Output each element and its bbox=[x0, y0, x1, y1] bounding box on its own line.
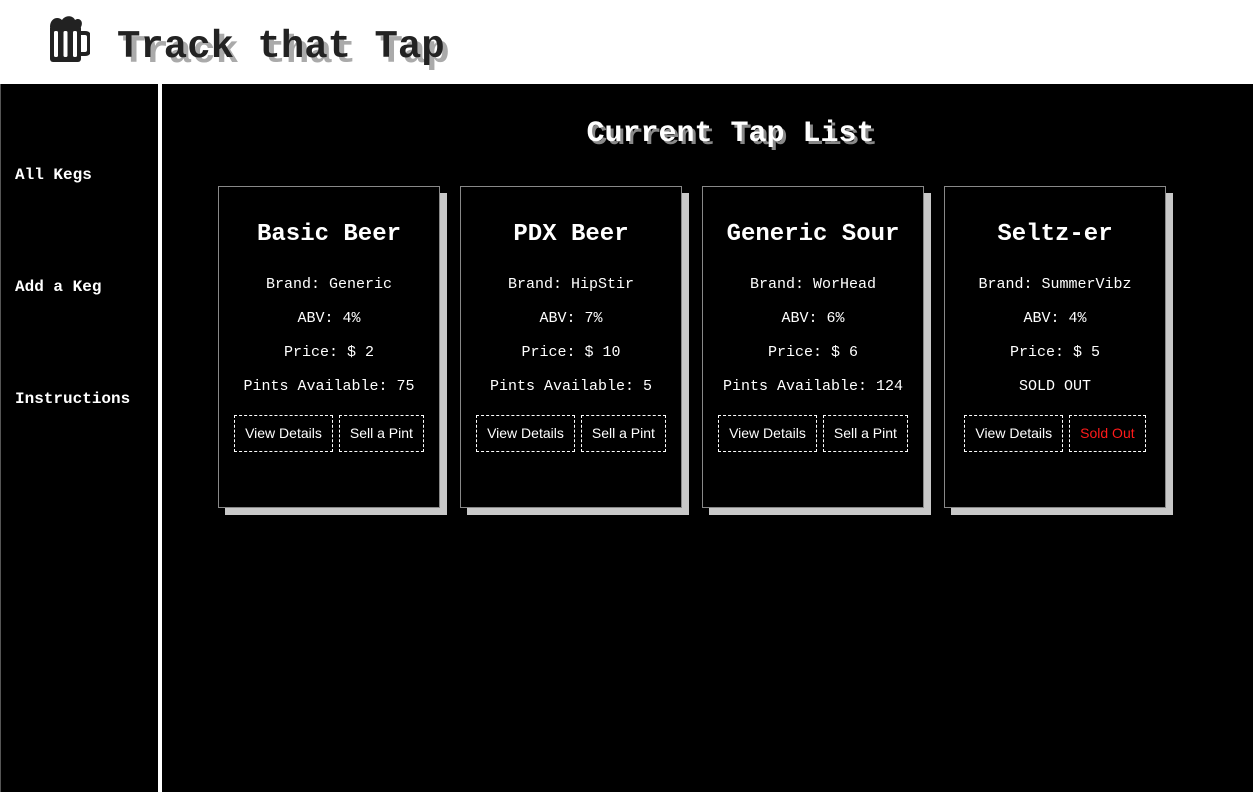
keg-price: Price: $ 10 bbox=[521, 344, 621, 361]
sidebar: All Kegs Add a Keg Instructions bbox=[0, 84, 158, 792]
keg-name: Seltz-er bbox=[997, 221, 1113, 248]
sidebar-item-instructions[interactable]: Instructions bbox=[15, 390, 130, 408]
sell-pint-button[interactable]: Sell a Pint bbox=[822, 415, 908, 452]
keg-card: Generic Sour Brand: WorHead ABV: 6% Pric… bbox=[702, 186, 924, 508]
keg-pints-available: Pints Available: 5 bbox=[489, 378, 653, 395]
keg-price: Price: $ 6 bbox=[767, 344, 858, 361]
keg-name: Basic Beer bbox=[256, 221, 402, 248]
sidebar-item-add-keg[interactable]: Add a Keg bbox=[15, 278, 101, 296]
keg-name: Generic Sour bbox=[726, 221, 900, 248]
sidebar-item-all-kegs[interactable]: All Kegs bbox=[15, 166, 92, 184]
keg-brand: Brand: WorHead bbox=[749, 276, 877, 293]
view-details-button[interactable]: View Details bbox=[476, 415, 575, 452]
keg-price: Price: $ 2 bbox=[283, 344, 374, 361]
app-header: Track that Tap bbox=[0, 0, 1253, 84]
keg-actions: View Details Sold Out bbox=[945, 415, 1165, 452]
keg-abv: ABV: 4% bbox=[297, 310, 361, 327]
sold-out-button[interactable]: Sold Out bbox=[1069, 415, 1146, 452]
view-details-button[interactable]: View Details bbox=[718, 415, 817, 452]
beer-mug-icon bbox=[50, 16, 90, 62]
view-details-button[interactable]: View Details bbox=[234, 415, 333, 452]
keg-abv: ABV: 6% bbox=[781, 310, 845, 327]
keg-card: PDX Beer Brand: HipStir ABV: 7% Price: $… bbox=[460, 186, 682, 508]
keg-brand: Brand: HipStir bbox=[507, 276, 635, 293]
keg-brand: Brand: Generic bbox=[265, 276, 393, 293]
keg-abv: ABV: 7% bbox=[539, 310, 603, 327]
main-content: Current Tap List Basic Beer Brand: Gener… bbox=[162, 84, 1253, 792]
sold-out-status: SOLD OUT bbox=[1018, 378, 1091, 395]
keg-pints-available: Pints Available: 124 bbox=[722, 378, 904, 395]
keg-abv: ABV: 4% bbox=[1023, 310, 1087, 327]
keg-actions: View Details Sell a Pint bbox=[219, 415, 439, 452]
keg-actions: View Details Sell a Pint bbox=[703, 415, 923, 452]
keg-card: Seltz-er Brand: SummerVibz ABV: 4% Price… bbox=[944, 186, 1166, 508]
view-details-button[interactable]: View Details bbox=[964, 415, 1064, 452]
keg-name: PDX Beer bbox=[513, 221, 629, 248]
keg-card: Basic Beer Brand: Generic ABV: 4% Price:… bbox=[218, 186, 440, 508]
app-title: Track that Tap bbox=[117, 25, 445, 69]
keg-actions: View Details Sell a Pint bbox=[461, 415, 681, 452]
sell-pint-button[interactable]: Sell a Pint bbox=[338, 415, 424, 452]
keg-price: Price: $ 5 bbox=[1009, 344, 1100, 361]
sell-pint-button[interactable]: Sell a Pint bbox=[580, 415, 666, 452]
keg-pints-available: Pints Available: 75 bbox=[243, 378, 415, 395]
page-title: Current Tap List bbox=[586, 117, 875, 151]
keg-brand: Brand: SummerVibz bbox=[978, 276, 1132, 293]
